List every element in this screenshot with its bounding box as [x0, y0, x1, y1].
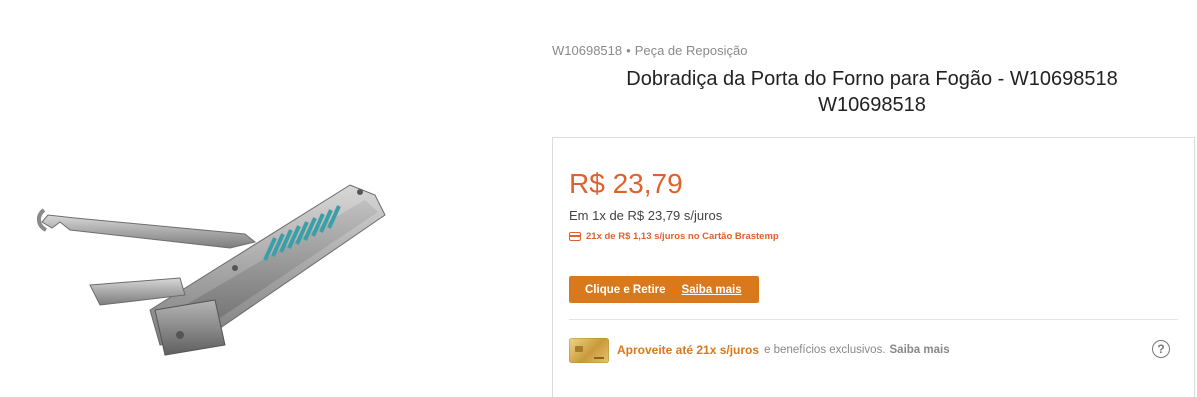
installment-info: Em 1x de R$ 23,79 s/juros — [569, 208, 723, 223]
card-icon — [569, 232, 581, 241]
benefit-highlight: Aproveite até 21x s/juros — [617, 343, 760, 357]
click-and-collect-button[interactable]: Clique e Retire Saiba mais — [569, 276, 759, 303]
product-price: R$ 23,79 — [569, 168, 683, 199]
product-meta: W10698518 • Peça de Reposição — [552, 43, 747, 58]
product-title-line2: W10698518 — [818, 94, 926, 116]
benefit-text: e benefícios exclusivos. — [764, 344, 886, 356]
product-category: Peça de Reposição — [634, 43, 748, 58]
brastemp-card-benefit: Aproveite até 21x s/juros e benefícios e… — [569, 337, 1178, 363]
click-and-collect-learn-more-link[interactable]: Saiba mais — [682, 284, 742, 296]
divider — [569, 319, 1178, 320]
meta-separator: • — [626, 43, 631, 58]
help-icon[interactable]: ? — [1152, 340, 1170, 358]
benefit-learn-more-link[interactable]: Saiba mais — [890, 344, 950, 356]
product-title: Dobradiça da Porta do Forno para Fogão -… — [572, 66, 1172, 118]
price-card: R$ 23,79 Em 1x de R$ 23,79 s/juros 21x d… — [552, 137, 1195, 397]
product-image[interactable] — [30, 170, 420, 360]
click-and-collect-label: Clique e Retire — [585, 283, 666, 296]
card-offer-text: 21x de R$ 1,13 s/juros no Cartão Brastem… — [586, 231, 779, 242]
product-title-line1: Dobradiça da Porta do Forno para Fogão -… — [626, 68, 1118, 90]
product-sku: W10698518 — [552, 43, 623, 58]
card-offer: 21x de R$ 1,13 s/juros no Cartão Brastem… — [569, 231, 779, 242]
gold-card-icon — [569, 337, 609, 363]
hinge-illustration — [37, 184, 386, 356]
